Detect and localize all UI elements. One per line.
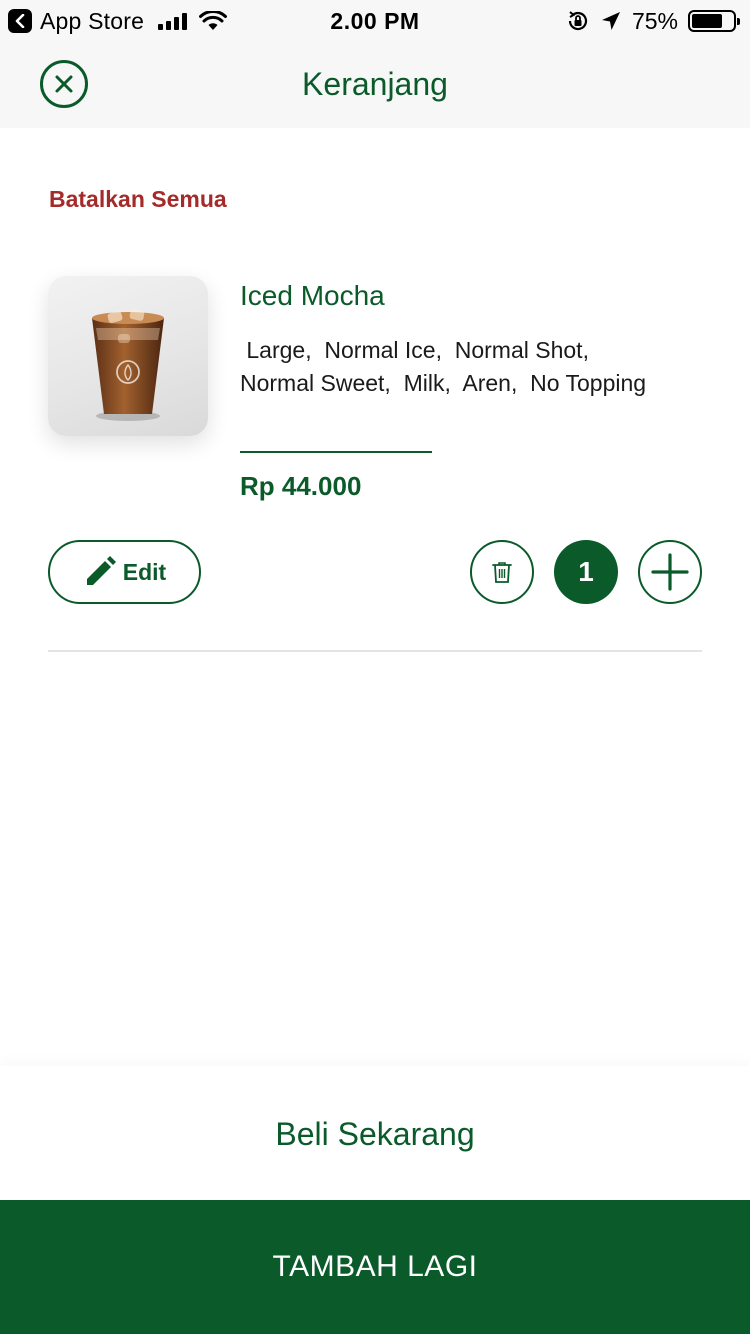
battery-fill [692,14,722,28]
page-title: Keranjang [302,66,448,102]
product-options-line-1: Large, Normal Ice, Normal Shot, [240,337,589,363]
increase-quantity-button[interactable] [638,540,702,604]
battery-percent: 75% [631,7,678,34]
cancel-all-button[interactable]: Batalkan Semua [49,186,227,213]
location-arrow-icon [601,12,620,30]
status-bar: App Store 2.00 PM 75% [0,0,750,42]
buy-now-button[interactable]: Beli Sekarang [0,1112,750,1156]
trash-icon [492,562,512,583]
product-options-line-2: Normal Sweet, Milk, Aren, No Topping [240,370,647,396]
pencil-icon [86,556,116,585]
item-divider [48,650,702,652]
add-more-label: TAMBAH LAGI [272,1250,478,1283]
iced-coffee-cup-image [92,309,164,421]
battery-icon [688,10,740,32]
status-bar-right: 75% [566,6,740,36]
header: Keranjang [0,42,750,128]
price-divider [240,451,432,453]
rotation-lock-icon [568,11,588,31]
plus-icon [651,553,689,591]
product-image [48,276,208,436]
edit-item-button[interactable]: Edit [48,540,201,604]
product-price: Rp 44.000 [240,471,362,501]
add-more-button[interactable]: TAMBAH LAGI [0,1200,750,1334]
product-name: Iced Mocha [240,280,385,311]
edit-label: Edit [122,558,167,585]
product-options: Large, Normal Ice, Normal Shot, Normal S… [240,334,710,400]
quantity-value: 1 [554,540,618,604]
delete-item-button[interactable] [470,540,534,604]
